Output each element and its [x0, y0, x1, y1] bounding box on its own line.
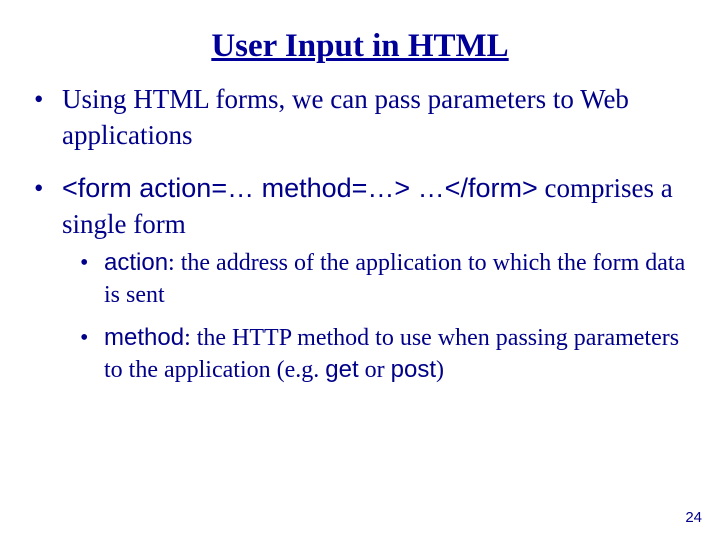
bullet-list: Using HTML forms, we can pass parameters… [34, 81, 686, 386]
sub2-or: or [359, 357, 391, 383]
sub-bullet-2: method: the HTTP method to use when pass… [80, 322, 686, 387]
sub2-label: method [104, 324, 184, 351]
page-number: 24 [685, 509, 702, 526]
sub-bullet-list: action: the address of the application t… [80, 247, 686, 387]
slide: User Input in HTML Using HTML forms, we … [0, 0, 720, 540]
sub1-text: : the address of the application to whic… [104, 250, 685, 308]
bullet-1-text: Using HTML forms, we can pass parameters… [62, 84, 629, 150]
bullet-item-1: Using HTML forms, we can pass parameters… [34, 81, 686, 154]
bullet-2-code: <form action=… method=…> …</form> [62, 173, 538, 203]
slide-title: User Input in HTML [0, 0, 720, 71]
sub2-text-b: ) [436, 357, 444, 383]
bullet-item-2: <form action=… method=…> …</form> compri… [34, 170, 686, 386]
sub-bullet-1: action: the address of the application t… [80, 247, 686, 312]
sub2-get: get [325, 356, 358, 383]
sub2-post: post [391, 356, 436, 383]
sub1-label: action [104, 249, 168, 276]
